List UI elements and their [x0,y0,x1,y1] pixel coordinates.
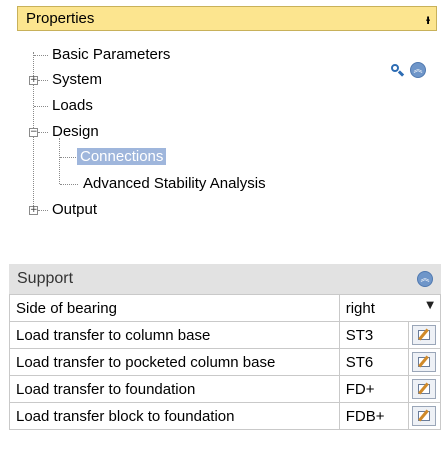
collapse-up-icon[interactable]: ︽ [417,271,433,287]
edit-cell [407,321,441,349]
support-section-header: Support ︽ [9,264,441,294]
property-name: Load transfer block to foundation [9,402,340,430]
edit-cell [407,375,441,403]
chevron-down-icon[interactable]: ▼ [426,300,434,311]
tree-item-label: Basic Parameters [52,46,171,63]
tree-item-label: System [52,71,103,88]
tree-item-label: Advanced Stability Analysis [83,175,266,192]
tree-connector-line [38,210,48,211]
tree-connector-line [60,157,78,158]
grid-row-pocketed-column-base: Load transfer to pocketed column base ST… [9,348,441,376]
property-name: Side of bearing [9,294,340,322]
edit-button[interactable] [412,352,437,372]
tree-toolbar: ︽ [390,62,426,78]
tree-item-label: Loads [52,97,93,114]
grid-row-side-of-bearing: Side of bearing right ▼ [9,294,441,322]
property-value: ST3 [338,321,409,349]
property-name: Load transfer to pocketed column base [9,348,340,376]
tree-item-advanced-stability-analysis[interactable]: Advanced Stability Analysis [80,173,269,195]
tree-item-design[interactable]: Design [49,121,102,143]
tree-connector-line [38,80,48,81]
edit-cell [407,402,441,430]
grid-row-block-foundation: Load transfer block to foundation FDB+ [9,402,441,430]
tree-item-connections[interactable]: Connections [77,146,167,168]
edit-cell [407,348,441,376]
property-value: ST6 [338,348,409,376]
expand-output-toggle[interactable]: + [29,206,38,215]
property-value: FDB+ [338,402,409,430]
tree-connector-line [38,132,48,133]
tree-item-label: Output [52,201,98,218]
tree-item-basic-parameters[interactable]: Basic Parameters [49,44,173,66]
tree-item-system[interactable]: System [49,69,105,91]
tree-item-label: Design [52,123,99,140]
properties-tree: + − + Basic Parameters System Loads Desi… [0,0,441,240]
edit-button[interactable] [412,325,437,345]
tree-item-label: Connections [77,148,167,165]
property-name: Load transfer to foundation [9,375,340,403]
search-icon[interactable] [390,63,405,77]
support-title: Support [17,270,74,287]
edit-button[interactable] [412,406,437,426]
tree-connector-line [34,55,48,56]
property-name: Load transfer to column base [9,321,340,349]
tree-item-loads[interactable]: Loads [49,95,96,117]
tree-connector-line [59,138,60,184]
collapse-design-toggle[interactable]: − [29,128,38,137]
property-value: FD+ [338,375,409,403]
edit-button[interactable] [412,379,437,399]
grid-row-foundation: Load transfer to foundation FD+ [9,375,441,403]
collapse-up-icon[interactable]: ︽ [410,62,426,78]
side-of-bearing-dropdown[interactable]: right ▼ [338,294,441,322]
expand-system-toggle[interactable]: + [29,76,38,85]
grid-row-column-base: Load transfer to column base ST3 [9,321,441,349]
tree-item-output[interactable]: Output [49,199,100,221]
support-properties-grid: Side of bearing right ▼ Load transfer to… [9,294,441,430]
tree-connector-line [34,106,48,107]
tree-connector-line [60,184,78,185]
dropdown-value: right [345,299,375,317]
